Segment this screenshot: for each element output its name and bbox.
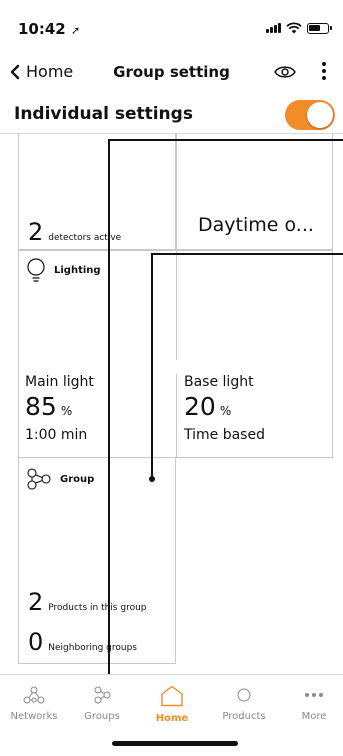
base-light-level: 20 <box>184 392 216 421</box>
tab-label: Groups <box>84 711 120 722</box>
main-light-unit: % <box>60 404 73 418</box>
toggle-knob <box>307 102 333 128</box>
tab-label: Products <box>222 711 266 722</box>
neighbors-label: Neighboring groups <box>48 643 137 653</box>
divider <box>176 250 177 360</box>
status-time: 10:42 ➚ <box>18 20 80 38</box>
more-options-button[interactable] <box>319 58 329 84</box>
status-icons <box>266 22 332 34</box>
networks-icon <box>23 686 45 704</box>
section-title: Individual settings <box>14 104 193 124</box>
dot <box>322 76 326 80</box>
tab-more[interactable]: More <box>280 685 343 722</box>
main-light: Main light 85 % 1:00 min <box>25 374 94 443</box>
tab-label: Networks <box>10 711 58 722</box>
main-light-level: 85 <box>25 392 57 421</box>
main-light-value: 85 % <box>25 394 94 419</box>
wifi-icon <box>286 22 302 34</box>
chevron-left-icon <box>10 64 20 79</box>
group-title: Group <box>60 473 95 485</box>
tab-label: More <box>301 711 327 722</box>
divider <box>176 374 177 458</box>
hint-line <box>151 253 153 479</box>
products-count: 2 <box>28 588 44 616</box>
settings-grid: 2 detectors active Daytime o... Lighting… <box>18 134 333 664</box>
back-button[interactable]: Home <box>10 62 73 81</box>
eye-icon <box>274 66 296 78</box>
tab-networks[interactable]: Networks <box>0 685 68 722</box>
more-icon <box>305 693 323 697</box>
products-stat: 2 Products in this group <box>28 590 147 614</box>
base-light-value: 20 % <box>184 394 265 419</box>
hint-line <box>108 139 110 687</box>
light-bulb-icon <box>27 258 45 282</box>
products-icon <box>237 688 251 702</box>
group-header: Group <box>26 468 94 490</box>
lighting-title: Lighting <box>54 264 101 276</box>
individual-settings-header: Individual settings <box>0 96 343 134</box>
hint-dot <box>149 476 155 482</box>
base-light: Base light 20 % Time based <box>184 374 265 443</box>
group-nodes-icon <box>27 468 51 490</box>
daytime-value: Daytime o... <box>198 214 314 236</box>
nav-bar: Home Group setting <box>0 52 343 92</box>
visibility-button[interactable] <box>273 60 297 84</box>
hint-line <box>151 253 343 255</box>
status-bar: 10:42 ➚ <box>0 0 343 44</box>
location-arrow-icon: ➚ <box>70 24 81 37</box>
status-time-text: 10:42 <box>18 20 66 38</box>
neighbors-count: 0 <box>28 628 44 656</box>
dot <box>322 69 326 73</box>
home-indicator <box>112 741 238 746</box>
base-light-unit: % <box>219 404 232 418</box>
tab-home[interactable]: Home <box>138 685 206 724</box>
battery-icon <box>307 22 332 34</box>
neighbors-stat: 0 Neighboring groups <box>28 630 137 654</box>
groups-icon <box>94 686 111 704</box>
hint-line <box>108 139 343 141</box>
detectors-count: 2 <box>28 218 44 246</box>
products-label: Products in this group <box>48 603 147 613</box>
tab-groups[interactable]: Groups <box>68 685 136 722</box>
cellular-signal-icon <box>266 23 281 33</box>
main-light-duration: 1:00 min <box>25 427 88 443</box>
main-light-name: Main light <box>25 374 94 390</box>
home-icon <box>161 685 183 707</box>
tab-label: Home <box>155 713 189 724</box>
base-light-name: Base light <box>184 374 254 390</box>
lighting-header: Lighting <box>26 258 101 282</box>
tab-products[interactable]: Products <box>210 685 278 722</box>
base-light-mode: Time based <box>184 427 265 443</box>
detectors-label: detectors active <box>48 233 122 243</box>
back-label: Home <box>26 62 74 81</box>
individual-settings-toggle[interactable] <box>285 100 335 130</box>
dot <box>322 62 326 66</box>
